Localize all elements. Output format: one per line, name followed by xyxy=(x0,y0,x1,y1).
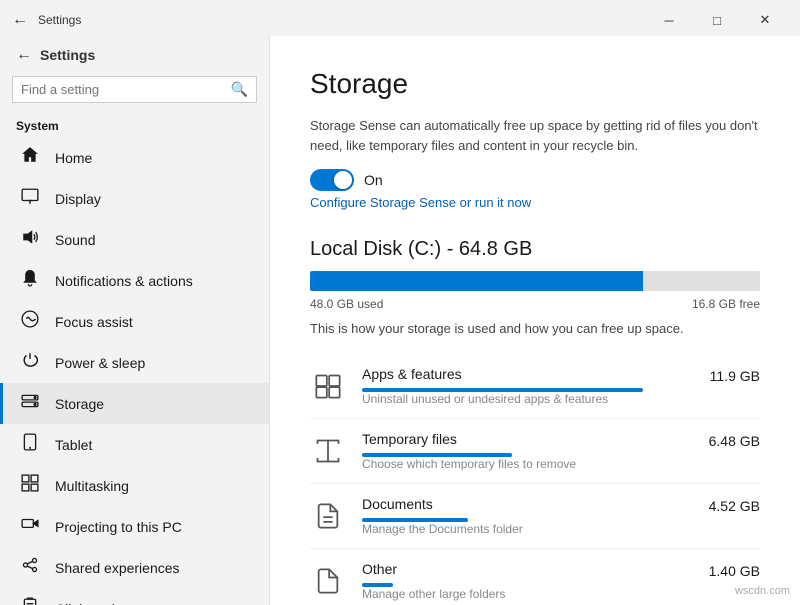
shared-icon xyxy=(19,556,41,579)
sidebar-item-label: Notifications & actions xyxy=(55,273,193,289)
sound-icon xyxy=(19,228,41,251)
storage-items-list: Apps & features Uninstall unused or unde… xyxy=(310,354,760,605)
storage-item-desc-temp: Choose which temporary files to remove xyxy=(362,457,674,471)
back-button[interactable]: ← xyxy=(12,11,28,29)
storage-item-size-other: 1.40 GB xyxy=(690,561,760,579)
sidebar-item-label: Home xyxy=(55,150,92,166)
sidebar-item-focus[interactable]: Focus assist xyxy=(0,301,269,342)
display-icon xyxy=(19,187,41,210)
sidebar-item-sound[interactable]: Sound xyxy=(0,219,269,260)
projecting-icon xyxy=(19,515,41,538)
sidebar-items-list: Home Display Sound Notifications & actio… xyxy=(0,137,269,605)
storage-item-name-docs: Documents xyxy=(362,496,674,512)
disk-section: Local Disk (C:) - 64.8 GB 48.0 GB used 1… xyxy=(310,238,760,605)
sidebar-item-label: Display xyxy=(55,191,101,207)
storage-item-docs[interactable]: Documents Manage the Documents folder 4.… xyxy=(310,484,760,549)
storage-item-name-temp: Temporary files xyxy=(362,431,674,447)
disk-title: Local Disk (C:) - 64.8 GB xyxy=(310,238,760,261)
home-icon xyxy=(19,146,41,169)
storage-item-name-apps: Apps & features xyxy=(362,366,674,382)
sidebar-item-tablet[interactable]: Tablet xyxy=(0,424,269,465)
storage-item-size-docs: 4.52 GB xyxy=(690,496,760,514)
disk-used-label: 48.0 GB used xyxy=(310,297,383,311)
sidebar-item-label: Clipboard xyxy=(55,601,115,605)
sidebar-item-home[interactable]: Home xyxy=(0,137,269,178)
sidebar-item-label: Shared experiences xyxy=(55,560,180,576)
sidebar-item-display[interactable]: Display xyxy=(0,178,269,219)
search-icon: 🔍 xyxy=(231,81,248,98)
sidebar-item-shared[interactable]: Shared experiences xyxy=(0,547,269,588)
multitasking-icon xyxy=(19,474,41,497)
docs-icon xyxy=(310,498,346,534)
sidebar-item-label: Storage xyxy=(55,396,104,412)
configure-link[interactable]: Configure Storage Sense or run it now xyxy=(310,195,760,210)
minimize-button[interactable]: ─ xyxy=(646,6,692,34)
title-bar-left: ← Settings xyxy=(12,11,81,29)
storage-item-other[interactable]: Other Manage other large folders 1.40 GB xyxy=(310,549,760,605)
storage-item-content-temp: Temporary files Choose which temporary f… xyxy=(362,431,674,471)
sidebar-item-notifications[interactable]: Notifications & actions xyxy=(0,260,269,301)
sidebar-item-label: Tablet xyxy=(55,437,92,453)
sidebar-search-box[interactable]: 🔍 xyxy=(12,76,257,103)
storage-item-desc-other: Manage other large folders xyxy=(362,587,674,601)
page-title: Storage xyxy=(310,68,760,100)
disk-description: This is how your storage is used and how… xyxy=(310,321,760,336)
disk-bar-container xyxy=(310,271,760,291)
apps-icon xyxy=(310,368,346,404)
storage-item-content-other: Other Manage other large folders xyxy=(362,561,674,601)
storage-item-desc-apps: Uninstall unused or undesired apps & fea… xyxy=(362,392,674,406)
storage-item-content-docs: Documents Manage the Documents folder xyxy=(362,496,674,536)
sidebar-item-multitasking[interactable]: Multitasking xyxy=(0,465,269,506)
sidebar-item-label: Power & sleep xyxy=(55,355,145,371)
close-button[interactable]: ✕ xyxy=(742,6,788,34)
focus-icon xyxy=(19,310,41,333)
clipboard-icon xyxy=(19,597,41,605)
title-bar: ← Settings ─ □ ✕ xyxy=(0,0,800,36)
title-bar-controls: ─ □ ✕ xyxy=(646,6,788,34)
sidebar-back[interactable]: ← Settings xyxy=(0,36,269,70)
toggle-row: On xyxy=(310,169,760,191)
storage-item-content-apps: Apps & features Uninstall unused or unde… xyxy=(362,366,674,406)
storage-item-apps[interactable]: Apps & features Uninstall unused or unde… xyxy=(310,354,760,419)
disk-free-label: 16.8 GB free xyxy=(692,297,760,311)
toggle-label: On xyxy=(364,172,383,188)
storage-item-desc-docs: Manage the Documents folder xyxy=(362,522,674,536)
watermark: wscdn.com xyxy=(735,585,790,597)
disk-bar-labels: 48.0 GB used 16.8 GB free xyxy=(310,297,760,311)
main-content: Storage Storage Sense can automatically … xyxy=(270,36,800,605)
sidebar-item-projecting[interactable]: Projecting to this PC xyxy=(0,506,269,547)
disk-bar-used xyxy=(310,271,643,291)
sidebar-item-label: Focus assist xyxy=(55,314,133,330)
storage-item-size-apps: 11.9 GB xyxy=(690,366,760,384)
sidebar-back-label: Settings xyxy=(40,47,95,63)
storage-description: Storage Sense can automatically free up … xyxy=(310,116,760,155)
sidebar-item-power[interactable]: Power & sleep xyxy=(0,342,269,383)
sidebar: ← Settings 🔍 System Home Display Sound N… xyxy=(0,36,270,605)
app-body: ← Settings 🔍 System Home Display Sound N… xyxy=(0,36,800,605)
title-bar-title: Settings xyxy=(38,13,81,27)
sidebar-item-label: Sound xyxy=(55,232,95,248)
storage-sense-toggle[interactable] xyxy=(310,169,354,191)
tablet-icon xyxy=(19,433,41,456)
power-icon xyxy=(19,351,41,374)
sidebar-item-label: Multitasking xyxy=(55,478,129,494)
storage-icon xyxy=(19,392,41,415)
storage-item-name-other: Other xyxy=(362,561,674,577)
search-input[interactable] xyxy=(21,82,231,97)
sidebar-item-storage[interactable]: Storage xyxy=(0,383,269,424)
notifications-icon xyxy=(19,269,41,292)
maximize-button[interactable]: □ xyxy=(694,6,740,34)
temp-icon xyxy=(310,433,346,469)
sidebar-item-label: Projecting to this PC xyxy=(55,519,182,535)
other-icon xyxy=(310,563,346,599)
sidebar-item-clipboard[interactable]: Clipboard xyxy=(0,588,269,605)
storage-item-size-temp: 6.48 GB xyxy=(690,431,760,449)
sidebar-section-label: System xyxy=(0,113,269,137)
storage-item-temp[interactable]: Temporary files Choose which temporary f… xyxy=(310,419,760,484)
back-arrow-icon: ← xyxy=(16,46,32,64)
toggle-knob xyxy=(334,171,352,189)
